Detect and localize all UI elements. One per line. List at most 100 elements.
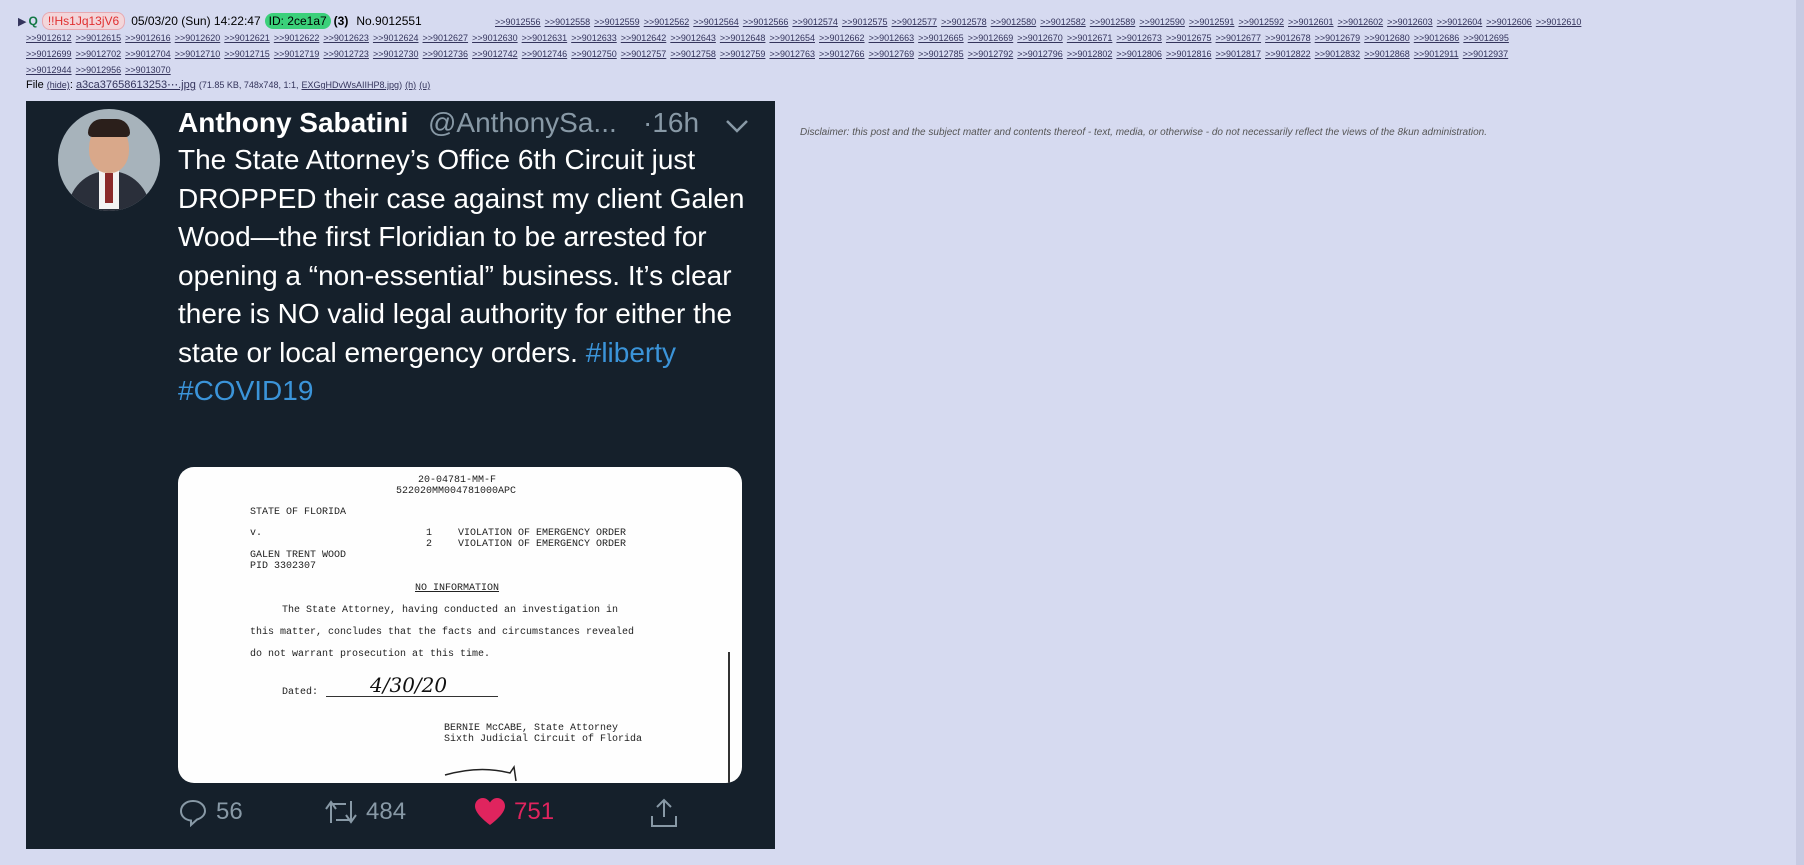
backlink[interactable]: >>9012719 [274,49,320,59]
backlink[interactable]: >>9012715 [224,49,270,59]
backlink[interactable]: >>9012630 [472,33,518,43]
backlink[interactable]: >>9012675 [1166,33,1212,43]
backlink[interactable]: >>9012937 [1463,49,1509,59]
poster-id-badge[interactable]: ID: 2ce1a7 [264,13,331,29]
backlink[interactable]: >>9012623 [323,33,369,43]
backlink[interactable]: >>9012575 [842,17,888,27]
post-number-link[interactable]: No.9012551 [356,14,421,28]
page-scrollbar[interactable] [1796,0,1804,865]
hide-file-link[interactable]: (hide) [47,80,70,90]
backlink[interactable]: >>9012822 [1265,49,1311,59]
backlink[interactable]: >>9012699 [26,49,72,59]
backlink[interactable]: >>9012832 [1315,49,1361,59]
backlink[interactable]: >>9012769 [869,49,915,59]
backlink[interactable]: >>9012695 [1463,33,1509,43]
backlink[interactable]: >>9013070 [125,65,171,75]
backlink[interactable]: >>9012606 [1486,17,1532,27]
backlink[interactable]: >>9012610 [1536,17,1582,27]
backlink[interactable]: >>9012633 [571,33,617,43]
backlink[interactable]: >>9012556 [495,17,541,27]
backlink[interactable]: >>9012802 [1067,49,1113,59]
backlink[interactable]: >>9012686 [1414,33,1460,43]
backlink[interactable]: >>9012757 [621,49,667,59]
backlink[interactable]: >>9012679 [1315,33,1361,43]
backlink[interactable]: >>9012678 [1265,33,1311,43]
backlink[interactable]: >>9012956 [76,65,122,75]
post-menu-arrow-icon[interactable]: ▶ [18,16,26,28]
tweet-author-handle: @AnthonySa... [428,107,617,138]
backlink[interactable]: >>9012654 [769,33,815,43]
backlink[interactable]: >>9012620 [175,33,221,43]
backlink[interactable]: >>9012622 [274,33,320,43]
backlink[interactable]: >>9012704 [125,49,171,59]
backlink[interactable]: >>9012558 [545,17,591,27]
backlink[interactable]: >>9012680 [1364,33,1410,43]
backlink[interactable]: >>9012577 [892,17,938,27]
tweet-image[interactable]: Anthony Sabatini @AnthonySa... ·16h The … [26,101,775,849]
backlink[interactable]: >>9012677 [1216,33,1262,43]
like-count-value: 751 [514,798,555,825]
backlink[interactable]: >>9012758 [670,49,716,59]
backlink[interactable]: >>9012642 [621,33,667,43]
backlink[interactable]: >>9012566 [743,17,789,27]
backlink[interactable]: >>9012648 [720,33,766,43]
backlink[interactable]: >>9012601 [1288,17,1334,27]
backlink[interactable]: >>9012627 [423,33,469,43]
backlink[interactable]: >>9012616 [125,33,171,43]
backlink[interactable]: >>9012580 [991,17,1037,27]
backlink[interactable]: >>9012816 [1166,49,1212,59]
backlink[interactable]: >>9012702 [76,49,122,59]
backlink[interactable]: >>9012562 [644,17,690,27]
backlink[interactable]: >>9012671 [1067,33,1113,43]
backlink[interactable]: >>9012669 [968,33,1014,43]
backlink[interactable]: >>9012589 [1090,17,1136,27]
backlink[interactable]: >>9012621 [224,33,270,43]
backlink[interactable]: >>9012582 [1040,17,1086,27]
backlink[interactable]: >>9012631 [522,33,568,43]
backlink[interactable]: >>9012806 [1116,49,1162,59]
backlink[interactable]: >>9012578 [941,17,987,27]
backlink[interactable]: >>9012742 [472,49,518,59]
backlink[interactable]: >>9012710 [175,49,221,59]
backlink[interactable]: >>9012665 [918,33,964,43]
backlink[interactable]: >>9012736 [423,49,469,59]
backlink[interactable]: >>9012944 [26,65,72,75]
backlink[interactable]: >>9012564 [693,17,739,27]
file-name-link[interactable]: a3ca37658613253⋯.jpg [76,79,196,91]
backlink[interactable]: >>9012759 [720,49,766,59]
file-h-link[interactable]: (h) [405,80,416,90]
backlink[interactable]: >>9012591 [1189,17,1235,27]
backlink[interactable]: >>9012796 [1017,49,1063,59]
backlink[interactable]: >>9012624 [373,33,419,43]
backlink[interactable]: >>9012574 [792,17,838,27]
file-label: File [26,79,44,91]
file-u-link[interactable]: (u) [419,80,430,90]
original-filename-link[interactable]: EXGgHDvWsAIIHP8.jpg [302,80,400,90]
backlink[interactable]: >>9012590 [1139,17,1185,27]
backlink[interactable]: >>9012615 [76,33,122,43]
backlink[interactable]: >>9012785 [918,49,964,59]
backlink[interactable]: >>9012643 [670,33,716,43]
backlink[interactable]: >>9012592 [1238,17,1284,27]
backlink[interactable]: >>9012911 [1414,49,1459,59]
doc-body-1: The State Attorney, having conducted an … [282,605,619,616]
backlink[interactable]: >>9012750 [571,49,617,59]
backlink[interactable]: >>9012746 [522,49,568,59]
backlink[interactable]: >>9012730 [373,49,419,59]
backlink[interactable]: >>9012559 [594,17,640,27]
backlink[interactable]: >>9012868 [1364,49,1410,59]
backlink[interactable]: >>9012663 [869,33,915,43]
retweet-count-value: 484 [366,798,407,825]
backlink[interactable]: >>9012612 [26,33,72,43]
backlink[interactable]: >>9012673 [1116,33,1162,43]
backlink[interactable]: >>9012763 [769,49,815,59]
backlink[interactable]: >>9012766 [819,49,865,59]
backlink[interactable]: >>9012792 [968,49,1014,59]
backlink[interactable]: >>9012603 [1387,17,1433,27]
backlink[interactable]: >>9012602 [1338,17,1384,27]
backlink[interactable]: >>9012604 [1437,17,1483,27]
backlink[interactable]: >>9012817 [1216,49,1262,59]
backlink[interactable]: >>9012662 [819,33,865,43]
backlink[interactable]: >>9012670 [1017,33,1063,43]
backlink[interactable]: >>9012723 [323,49,369,59]
